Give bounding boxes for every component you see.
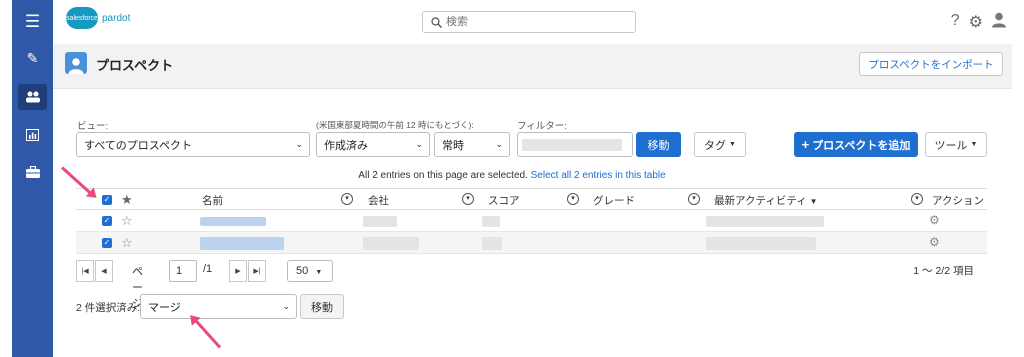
redacted-company: [363, 237, 419, 250]
add-prospect-button[interactable]: + プロスペクトを追加: [794, 132, 918, 157]
column-latest-activity-label: 最新アクティビティ: [714, 195, 807, 207]
hamburger-menu-icon[interactable]: ☰: [12, 10, 53, 34]
table-header: ✓ ★ 名前 ▾ 会社 ▾ スコア ▾ グレード ▾ 最新アクティビティ ▼ ▾…: [76, 188, 987, 210]
period-select[interactable]: 常時 ⌄: [434, 132, 510, 157]
per-page-select[interactable]: 50 ▼: [287, 260, 333, 282]
per-page-value: 50: [296, 265, 309, 277]
logo: salesforce pardot: [66, 7, 130, 29]
sort-toggle-icon[interactable]: ▾: [688, 193, 700, 205]
redacted-filter-text: [522, 139, 622, 151]
plus-icon: +: [801, 137, 810, 152]
filter-label: フィルター:: [517, 121, 567, 132]
star-icon[interactable]: ☆: [121, 235, 133, 251]
tools-button-label: ツール: [934, 139, 968, 152]
chevron-down-icon: ⌄: [295, 139, 303, 149]
bulk-action-select[interactable]: マージ ⌄: [140, 294, 297, 319]
bulk-move-button[interactable]: 移動: [300, 294, 344, 319]
table-row[interactable]: ✓ ☆ ⚙: [76, 210, 987, 232]
wand-icon[interactable]: ✎: [12, 48, 53, 68]
chevron-down-icon: ⌄: [282, 301, 290, 311]
column-latest-activity[interactable]: 最新アクティビティ ▼: [714, 193, 818, 208]
range-text: 1 〜 2/2 項目: [913, 265, 974, 277]
salesforce-cloud-logo: salesforce: [66, 7, 98, 29]
sort-toggle-icon[interactable]: ▾: [911, 193, 923, 205]
search-box[interactable]: [422, 11, 636, 33]
page-title: プロスペクト: [96, 58, 174, 73]
header-icons: ? ⚙: [951, 12, 1006, 33]
select-all-checkbox[interactable]: ✓: [102, 195, 112, 205]
redacted-company: [363, 216, 397, 227]
chevron-down-icon: ⌄: [495, 139, 503, 149]
redacted-score: [482, 216, 500, 227]
annotation-arrow: [192, 316, 222, 349]
view-select[interactable]: すべてのプロスペクト ⌄: [76, 132, 310, 157]
page-number-input[interactable]: 1: [169, 260, 197, 282]
reports-chart-icon[interactable]: [12, 125, 53, 145]
redacted-activity: [706, 237, 816, 250]
redacted-activity: [706, 216, 824, 227]
page-header: プロスペクト プロスペクトをインポート: [53, 44, 1012, 89]
prospect-avatar-icon: [65, 52, 87, 74]
prospects-table: ✓ ★ 名前 ▾ 会社 ▾ スコア ▾ グレード ▾ 最新アクティビティ ▼ ▾…: [76, 188, 987, 254]
row-checkbox[interactable]: ✓: [102, 216, 112, 226]
help-icon[interactable]: ?: [951, 12, 960, 33]
top-bar: salesforce pardot ? ⚙: [53, 0, 1012, 44]
filter-move-button[interactable]: 移動: [636, 132, 681, 157]
search-icon: [431, 16, 442, 28]
redacted-name[interactable]: [200, 237, 284, 250]
prospects-nav-icon[interactable]: [18, 84, 47, 110]
bulk-action-value: マージ: [148, 301, 181, 314]
timezone-note: (米国東部夏時間の午前 12 時にもとづく):: [316, 120, 474, 130]
import-prospects-button[interactable]: プロスペクトをインポート: [859, 52, 1003, 76]
tag-button[interactable]: タグ ▼: [694, 132, 746, 157]
date-field-select[interactable]: 作成済み ⌄: [316, 132, 430, 157]
redacted-name[interactable]: [200, 217, 266, 226]
sort-desc-indicator: ▼: [809, 197, 818, 206]
column-name[interactable]: 名前: [202, 193, 223, 208]
total-pages: /1: [203, 263, 213, 275]
view-label: ビュー:: [77, 121, 109, 132]
select-all-link[interactable]: Select all 2 entries in this table: [531, 170, 666, 181]
user-profile-icon[interactable]: [992, 12, 1006, 33]
caret-down-icon: ▼: [729, 141, 736, 148]
selection-notice: All 2 entries on this page are selected.…: [0, 170, 1024, 181]
column-actions: アクション: [932, 195, 984, 207]
star-icon[interactable]: ☆: [121, 213, 133, 229]
star-header-icon[interactable]: ★: [121, 192, 133, 208]
tag-button-label: タグ: [704, 139, 727, 152]
product-name: pardot: [102, 12, 131, 24]
column-company[interactable]: 会社: [368, 193, 389, 208]
row-gear-icon[interactable]: ⚙: [929, 235, 940, 249]
column-grade[interactable]: グレード: [593, 193, 635, 208]
view-select-value: すべてのプロスペクト: [84, 139, 193, 152]
table-row[interactable]: ✓ ☆ ⚙: [76, 232, 987, 254]
row-checkbox[interactable]: ✓: [102, 238, 112, 248]
settings-gear-icon[interactable]: ⚙: [969, 12, 983, 33]
redacted-score: [482, 237, 502, 250]
sort-toggle-icon[interactable]: ▾: [341, 193, 353, 205]
period-value: 常時: [442, 139, 464, 152]
tools-button[interactable]: ツール ▼: [925, 132, 987, 157]
row-gear-icon[interactable]: ⚙: [929, 213, 940, 227]
column-score[interactable]: スコア: [488, 193, 520, 208]
last-page-icon[interactable]: ▶|: [248, 260, 266, 282]
prev-page-icon[interactable]: ◀: [95, 260, 113, 282]
next-page-icon[interactable]: ▶: [229, 260, 247, 282]
add-prospect-label: プロスペクトを追加: [812, 139, 911, 152]
caret-down-icon: ▼: [315, 269, 323, 276]
caret-down-icon: ▼: [970, 141, 978, 148]
sort-toggle-icon[interactable]: ▾: [567, 193, 579, 205]
search-input[interactable]: [446, 16, 626, 28]
selection-notice-text: All 2 entries on this page are selected.: [358, 170, 528, 181]
sort-toggle-icon[interactable]: ▾: [462, 193, 474, 205]
filter-input[interactable]: [517, 132, 633, 157]
first-page-icon[interactable]: |◀: [76, 260, 94, 282]
chevron-down-icon: ⌄: [415, 139, 423, 149]
bulk-selected-label: 2 件選択済み:: [76, 302, 141, 314]
date-field-value: 作成済み: [324, 139, 368, 152]
